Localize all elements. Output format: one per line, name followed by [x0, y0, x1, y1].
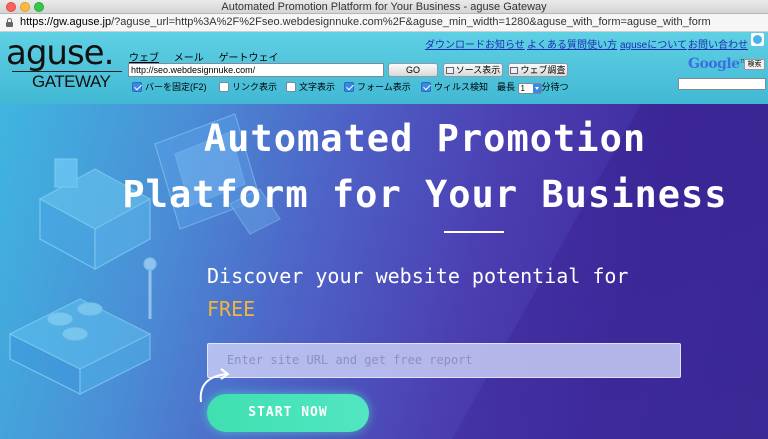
menu-news[interactable]: お知らせ — [485, 36, 525, 51]
max-wait: 最長 1 分待つ — [497, 80, 569, 94]
option-show-links[interactable]: リンク表示 — [219, 80, 277, 94]
logo-sub-text: GATEWAY — [32, 72, 111, 91]
lock-icon — [6, 18, 13, 27]
hero-subheading: Discover your website potential for — [207, 264, 629, 288]
source-view-button[interactable]: ソース表示 — [443, 63, 503, 77]
twitter-icon[interactable] — [751, 33, 764, 46]
menu-howto[interactable]: 使い方 — [587, 36, 617, 51]
url-host: https://gw.aguse.jp — [20, 16, 112, 28]
virus-check-checkbox[interactable] — [421, 82, 431, 92]
source-icon — [445, 67, 454, 74]
option-show-forms[interactable]: フォーム表示 — [344, 80, 411, 94]
hero-headline-line1: Automated Promotion — [203, 117, 647, 160]
hero-free-text: FREE — [207, 297, 256, 321]
show-links-checkbox[interactable] — [219, 82, 229, 92]
fix-bar-checkbox[interactable] — [132, 82, 142, 92]
option-show-text[interactable]: 文字表示 — [286, 80, 335, 94]
web-survey-button[interactable]: ウェブ調査 — [508, 63, 568, 77]
go-button[interactable]: GO — [388, 63, 438, 77]
survey-icon — [510, 67, 519, 74]
max-wait-select[interactable]: 1 — [517, 83, 542, 94]
address-bar[interactable]: https://gw.aguse.jp/?aguse_url=http%3A%2… — [0, 14, 768, 32]
google-label: Google — [688, 56, 740, 72]
gateway-url-input[interactable]: http://seo.webdesignnuke.com/ — [128, 63, 384, 77]
google-logo: GoogleTM — [688, 56, 748, 72]
start-now-button[interactable]: START NOW — [207, 394, 369, 432]
aguse-toolbar: aguse. GATEWAY ウェブ メール ゲートウェイ http://seo… — [0, 32, 768, 104]
address-url[interactable]: https://gw.aguse.jp/?aguse_url=http%3A%2… — [20, 16, 711, 28]
show-text-label: 文字表示 — [299, 82, 336, 92]
option-virus-check[interactable]: ウィルス検知 — [421, 80, 488, 94]
max-label: 最長 — [497, 82, 516, 92]
headline-divider — [444, 231, 504, 233]
fix-bar-label: バーを固定(F2) — [145, 82, 207, 92]
wait-label: 分待つ — [541, 82, 569, 92]
window-title: Automated Promotion Platform for Your Bu… — [221, 1, 547, 13]
aguse-logo[interactable]: aguse. GATEWAY — [6, 33, 124, 94]
max-wait-value: 1 — [520, 84, 525, 93]
chevron-down-icon — [532, 84, 541, 93]
option-fix-bar[interactable]: バーを固定(F2) — [132, 80, 207, 94]
window-titlebar: Automated Promotion Platform for Your Bu… — [0, 0, 768, 14]
show-forms-label: フォーム表示 — [357, 82, 411, 92]
logo-main-text: aguse. — [6, 33, 114, 73]
hero-headline-line2: Platform for Your Business — [122, 173, 728, 216]
site-url-input[interactable]: Enter site URL and get free report — [207, 343, 681, 378]
hero-section: Automated Promotion Platform for Your Bu… — [0, 104, 768, 439]
mode-nav: ウェブ メール ゲートウェイ — [129, 49, 291, 64]
menu-download[interactable]: ダウンロード — [425, 36, 485, 51]
menu-about[interactable]: aguseについて — [620, 36, 687, 51]
web-survey-label: ウェブ調査 — [520, 65, 566, 75]
url-rest: /?aguse_url=http%3A%2F%2Fseo.webdesignnu… — [111, 16, 711, 28]
show-links-label: リンク表示 — [232, 82, 278, 92]
menu-faq[interactable]: よくある質問 — [527, 36, 587, 51]
source-view-label: ソース表示 — [455, 65, 501, 75]
virus-check-label: ウィルス検知 — [434, 82, 489, 92]
menu-contact[interactable]: お問い合わせ — [688, 36, 748, 51]
google-search-input[interactable] — [678, 78, 766, 90]
google-search-button[interactable]: 検索 — [744, 59, 765, 70]
show-forms-checkbox[interactable] — [344, 82, 354, 92]
show-text-checkbox[interactable] — [286, 82, 296, 92]
